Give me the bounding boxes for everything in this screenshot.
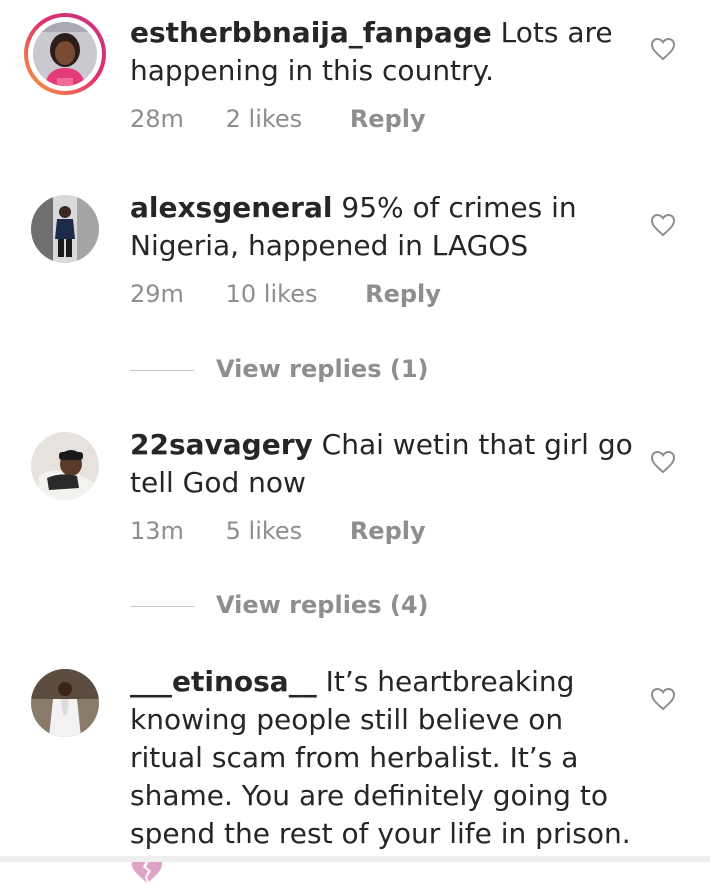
comment-username[interactable]: estherbbnaija_fanpage — [130, 16, 492, 49]
comment-username[interactable]: alexsgeneral — [130, 191, 332, 224]
comment-text: estherbbnaija_fanpage Lots are happening… — [130, 14, 640, 90]
replies-divider — [130, 369, 194, 371]
avatar[interactable] — [31, 195, 99, 263]
reply-button[interactable]: Reply — [350, 104, 426, 134]
view-replies-label: View replies (4) — [216, 591, 429, 619]
replies-divider — [130, 605, 194, 607]
avatar-story-ring[interactable] — [24, 13, 106, 95]
comment-likes[interactable]: 10 likes — [226, 279, 318, 309]
comment-meta: 29m 10 likes Reply — [130, 279, 441, 309]
view-replies-label: View replies (1) — [216, 355, 429, 383]
reply-button[interactable]: Reply — [365, 279, 441, 309]
bottom-edge — [0, 856, 710, 862]
avatar-photo — [31, 432, 99, 500]
like-heart-icon[interactable] — [650, 687, 676, 711]
comment-meta: 28m 2 likes Reply — [130, 104, 426, 134]
avatar-photo — [31, 195, 99, 263]
comment-likes[interactable]: 2 likes — [226, 104, 303, 134]
view-replies-button[interactable]: View replies (4) — [130, 590, 428, 620]
reply-button[interactable]: Reply — [350, 516, 426, 546]
comment-text: 22savagery Chai wetin that girl go tell … — [130, 426, 640, 502]
avatar-photo — [31, 669, 99, 737]
like-heart-icon[interactable] — [650, 213, 676, 237]
avatar[interactable] — [31, 432, 99, 500]
like-heart-icon[interactable] — [650, 450, 676, 474]
comment-username[interactable]: ___etinosa__ — [130, 665, 317, 698]
like-heart-icon[interactable] — [650, 37, 676, 61]
avatar[interactable] — [31, 669, 99, 737]
comment-time: 13m — [130, 517, 184, 545]
comment-username[interactable]: 22savagery — [130, 428, 313, 461]
comment-text: alexsgeneral 95% of crimes in Nigeria, h… — [130, 189, 640, 265]
view-replies-button[interactable]: View replies (1) — [130, 354, 428, 384]
avatar-photo — [33, 22, 97, 86]
comment-meta: 13m 5 likes Reply — [130, 516, 426, 546]
comment-time: 29m — [130, 280, 184, 308]
comment-likes[interactable]: 5 likes — [226, 516, 303, 546]
comment-time: 28m — [130, 105, 184, 133]
